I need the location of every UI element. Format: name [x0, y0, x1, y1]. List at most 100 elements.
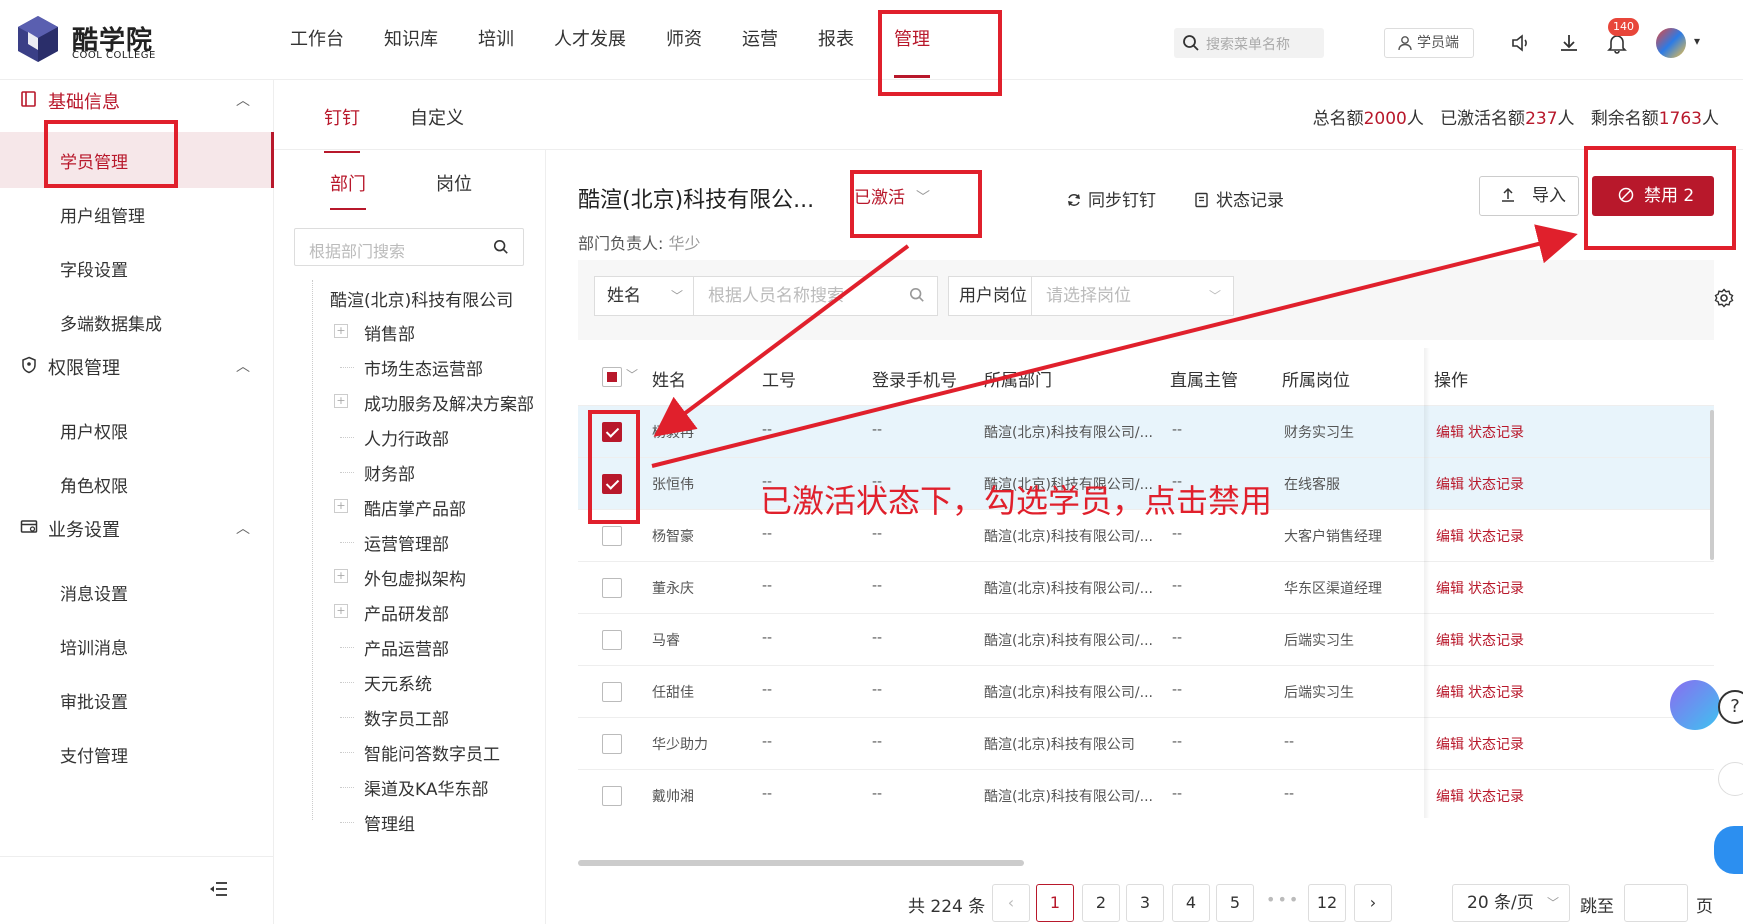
- sidebar-item-message-settings[interactable]: 消息设置: [0, 564, 274, 620]
- status-log-link[interactable]: 状态记录: [1468, 422, 1524, 442]
- sidebar-item-user-group[interactable]: 用户组管理: [0, 186, 274, 242]
- nav-training[interactable]: 培训: [478, 0, 514, 80]
- status-log-link[interactable]: 状态记录: [1468, 786, 1524, 806]
- expand-icon[interactable]: +: [334, 324, 348, 338]
- sidebar-item-training-messages[interactable]: 培训消息: [0, 618, 274, 674]
- download-icon[interactable]: [1558, 32, 1580, 54]
- row-checkbox[interactable]: [602, 786, 622, 806]
- tree-node-label: 管理组: [364, 815, 415, 835]
- row-checkbox[interactable]: [602, 734, 622, 754]
- menu-search-input[interactable]: 搜索菜单名称: [1174, 28, 1324, 58]
- caret-down-icon[interactable]: ▾: [1694, 34, 1700, 48]
- row-checkbox[interactable]: [602, 526, 622, 546]
- sync-dingtalk-button[interactable]: 同步钉钉: [1066, 186, 1156, 211]
- table-row[interactable]: 华少助力 -- -- 酷渲(北京)科技有限公司 -- -- 编辑 状态记录: [578, 718, 1714, 770]
- table-row[interactable]: 戴帅湘 -- -- 酷渲(北京)科技有限公司/... -- -- 编辑 状态记录: [578, 770, 1714, 818]
- more-pages-icon[interactable]: •••: [1266, 890, 1300, 909]
- table-row[interactable]: 杨毅冉 -- -- 酷渲(北京)科技有限公司/... -- 财务实习生 编辑 状态记录: [578, 406, 1714, 458]
- gear-icon[interactable]: [1714, 288, 1734, 308]
- speaker-icon[interactable]: [1510, 32, 1532, 54]
- page-2[interactable]: 2: [1082, 884, 1120, 922]
- vertical-scrollbar[interactable]: [1710, 410, 1714, 560]
- edit-link[interactable]: 编辑: [1436, 422, 1464, 442]
- page-3[interactable]: 3: [1126, 884, 1164, 922]
- horizontal-scrollbar[interactable]: [578, 860, 1024, 866]
- nav-reports[interactable]: 报表: [818, 0, 854, 80]
- tab-department[interactable]: 部门: [330, 170, 366, 210]
- customer-service-icon[interactable]: [1714, 826, 1743, 874]
- ban-button[interactable]: 禁用 2: [1592, 176, 1714, 216]
- logo[interactable]: 酷学院 COOL COLLEGE: [18, 16, 178, 64]
- row-checkbox[interactable]: [602, 474, 622, 494]
- row-checkbox[interactable]: [602, 682, 622, 702]
- avatar[interactable]: [1656, 28, 1686, 58]
- tab-custom[interactable]: 自定义: [410, 104, 464, 130]
- table-row[interactable]: 董永庆 -- -- 酷渲(北京)科技有限公司/... -- 华东区渠道经理 编辑 状态记录: [578, 562, 1714, 614]
- expand-icon[interactable]: +: [334, 394, 348, 408]
- status-log-link[interactable]: 状态记录: [1468, 578, 1524, 598]
- status-log-link[interactable]: 状态记录: [1468, 682, 1524, 702]
- name-filter-select[interactable]: 姓名 ﹀: [594, 276, 694, 316]
- edit-link[interactable]: 编辑: [1436, 682, 1464, 702]
- tree-root-node[interactable]: 酷渲(北京)科技有限公司: [330, 286, 513, 311]
- sidebar-item-field-settings[interactable]: 字段设置: [0, 240, 274, 296]
- edit-link[interactable]: 编辑: [1436, 578, 1464, 598]
- ai-assistant-icon[interactable]: [1670, 680, 1720, 730]
- status-log-link[interactable]: 状态记录: [1468, 474, 1524, 494]
- row-checkbox[interactable]: [602, 630, 622, 650]
- sidebar-item-role-permissions[interactable]: 角色权限: [0, 456, 274, 512]
- sidebar-item-student-manage[interactable]: 学员管理: [0, 132, 274, 188]
- status-log-link[interactable]: 状态记录: [1468, 526, 1524, 546]
- page-5[interactable]: 5: [1216, 884, 1254, 922]
- chevron-down-icon[interactable]: ﹀: [626, 366, 638, 383]
- tab-dingtalk[interactable]: 钉钉: [324, 104, 360, 153]
- collapse-menu-icon[interactable]: [210, 881, 228, 897]
- page-last[interactable]: 12: [1308, 884, 1346, 922]
- edit-link[interactable]: 编辑: [1436, 734, 1464, 754]
- department-search-input[interactable]: 根据部门搜索: [294, 228, 524, 266]
- nav-workbench[interactable]: 工作台: [290, 0, 344, 80]
- table-row[interactable]: 马睿 -- -- 酷渲(北京)科技有限公司/... -- 后端实习生 编辑 状态记录: [578, 614, 1714, 666]
- edit-link[interactable]: 编辑: [1436, 474, 1464, 494]
- sidebar-group-business[interactable]: 业务设置 ︿: [0, 508, 274, 548]
- nav-operations[interactable]: 运营: [742, 0, 778, 80]
- edit-link[interactable]: 编辑: [1436, 630, 1464, 650]
- nav-knowledge[interactable]: 知识库: [384, 0, 438, 80]
- sidebar-group-permissions[interactable]: 权限管理 ︿: [0, 346, 274, 386]
- import-button[interactable]: 导入: [1479, 176, 1579, 216]
- status-log-link[interactable]: 状态记录: [1468, 630, 1524, 650]
- student-portal-button[interactable]: 学员端: [1384, 28, 1474, 58]
- next-page-button[interactable]: ›: [1354, 884, 1392, 922]
- nav-manage[interactable]: 管理: [894, 0, 930, 80]
- sidebar-item-data-integration[interactable]: 多端数据集成: [0, 294, 274, 350]
- page-4[interactable]: 4: [1172, 884, 1210, 922]
- sidebar-item-user-permissions[interactable]: 用户权限: [0, 402, 274, 458]
- cell-id: --: [762, 734, 773, 750]
- status-log-link[interactable]: 状态记录: [1468, 734, 1524, 754]
- edit-link[interactable]: 编辑: [1436, 786, 1464, 806]
- sidebar-item-payment[interactable]: 支付管理: [0, 726, 274, 782]
- select-all-checkbox[interactable]: [602, 367, 622, 387]
- expand-icon[interactable]: +: [334, 499, 348, 513]
- page-size-select[interactable]: 20 条/页 ﹀: [1452, 884, 1570, 922]
- post-select[interactable]: 请选择岗位 ﹀: [1032, 276, 1234, 316]
- sidebar-item-approval-settings[interactable]: 审批设置: [0, 672, 274, 728]
- prev-page-button[interactable]: ‹: [992, 884, 1030, 922]
- nav-teachers[interactable]: 师资: [666, 0, 702, 80]
- status-log-button[interactable]: 状态记录: [1194, 186, 1284, 211]
- expand-icon[interactable]: +: [334, 604, 348, 618]
- table-row[interactable]: 任甜佳 -- -- 酷渲(北京)科技有限公司/... -- 后端实习生 编辑 状态记录: [578, 666, 1714, 718]
- page-1[interactable]: 1: [1036, 884, 1074, 922]
- quota-unit: 人: [1406, 109, 1424, 129]
- name-search-input[interactable]: 根据人员名称搜索: [694, 276, 938, 316]
- expand-icon[interactable]: +: [334, 569, 348, 583]
- edit-link[interactable]: 编辑: [1436, 526, 1464, 546]
- jump-page-input[interactable]: [1624, 884, 1688, 922]
- status-select[interactable]: 已激活 ﹀: [834, 180, 944, 216]
- nav-talent[interactable]: 人才发展: [554, 0, 626, 80]
- sidebar-group-basic-info[interactable]: 基础信息 ︿: [0, 80, 274, 120]
- tab-position[interactable]: 岗位: [436, 170, 472, 196]
- row-checkbox[interactable]: [602, 422, 622, 442]
- sidebar-item-label: 培训消息: [60, 639, 128, 659]
- row-checkbox[interactable]: [602, 578, 622, 598]
